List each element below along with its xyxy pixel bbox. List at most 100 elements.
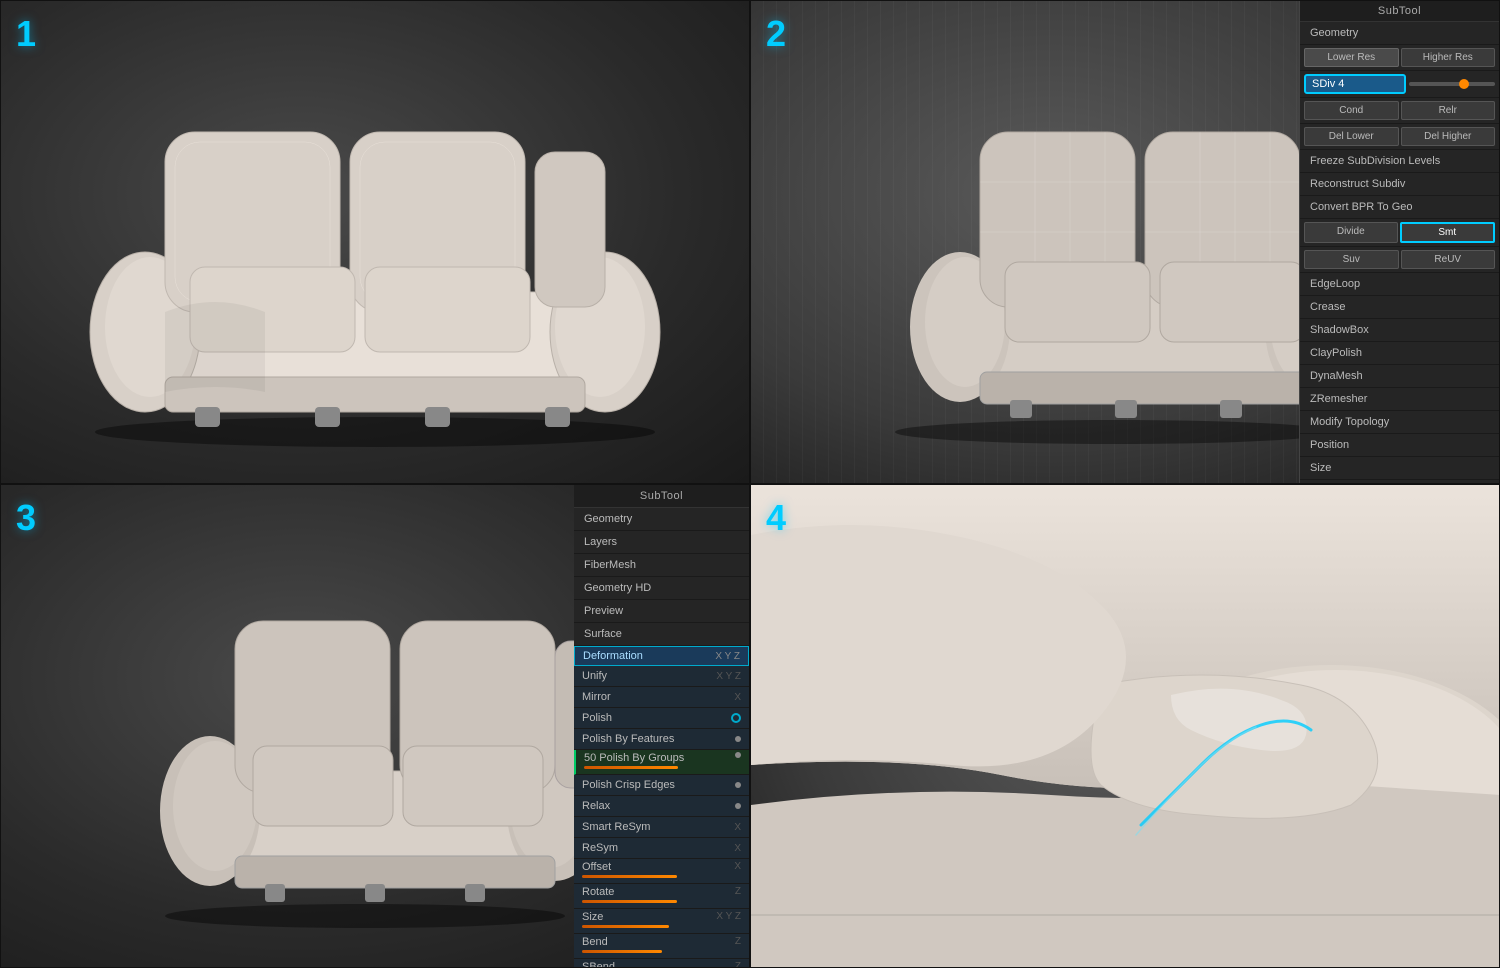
sbend-label: SBend: [582, 961, 615, 967]
q3-fibermesh-item[interactable]: FiberMesh: [574, 554, 749, 577]
step-number-2: 2: [766, 13, 786, 55]
q3-geometry-item[interactable]: Geometry: [574, 508, 749, 531]
cond-row: Cond Relr: [1300, 98, 1499, 124]
bend-xyz: Z: [735, 936, 741, 948]
modify-topology-item[interactable]: Modify Topology: [1300, 411, 1499, 434]
dynamesh-item[interactable]: DynaMesh: [1300, 365, 1499, 388]
sbend-btn[interactable]: SBend Z: [574, 959, 749, 967]
unify-btn[interactable]: Unify X Y Z: [574, 666, 749, 687]
reuv-btn[interactable]: ReUV: [1401, 250, 1496, 269]
size-label: Size: [582, 911, 603, 923]
divide-btn[interactable]: Divide: [1304, 222, 1398, 243]
q3-layers-item[interactable]: Layers: [574, 531, 749, 554]
unify-xyz: X Y Z: [716, 671, 741, 682]
sofa-view-4: [751, 485, 1499, 967]
rotate-row: Rotate Z: [582, 886, 741, 898]
divide-row: Divide Smt: [1300, 219, 1499, 247]
del-lower-btn[interactable]: Del Lower: [1304, 127, 1399, 146]
size-item[interactable]: Size: [1300, 457, 1499, 480]
shadowbox-item[interactable]: ShadowBox: [1300, 319, 1499, 342]
offset-btn[interactable]: Offset X: [574, 859, 749, 884]
lower-res-btn[interactable]: Lower Res: [1304, 48, 1399, 67]
relax-btn[interactable]: Relax: [574, 796, 749, 817]
polish-groups-row: 50 Polish By Groups: [584, 752, 741, 764]
mirror-xyz: X: [734, 692, 741, 703]
polish-groups-dot: [735, 752, 741, 758]
q3-subtool-header: SubTool: [574, 485, 749, 508]
higher-res-btn[interactable]: Higher Res: [1401, 48, 1496, 67]
polish-btn[interactable]: Polish: [574, 708, 749, 729]
del-higher-btn[interactable]: Del Higher: [1401, 127, 1496, 146]
q3-preview-item[interactable]: Preview: [574, 600, 749, 623]
size-row: Size X Y Z: [582, 911, 741, 923]
relax-label: Relax: [582, 800, 610, 812]
offset-label: Offset: [582, 861, 611, 873]
step-number-4: 4: [766, 497, 786, 539]
quadrant-3: 3: [0, 484, 750, 968]
polish-crisp-btn[interactable]: Polish Crisp Edges: [574, 775, 749, 796]
smart-resym-btn[interactable]: Smart ReSym X: [574, 817, 749, 838]
deformation-label: Deformation: [583, 650, 643, 662]
freeze-item[interactable]: Freeze SubDivision Levels: [1300, 150, 1499, 173]
crease-item[interactable]: Crease: [1300, 296, 1499, 319]
bend-row: Bend Z: [582, 936, 741, 948]
q3-panel: SubTool Geometry Layers FiberMesh Geomet…: [574, 485, 749, 967]
mirror-label: Mirror: [582, 691, 611, 703]
deformation-header: Deformation X Y Z: [574, 646, 749, 666]
subtool-header: SubTool: [1300, 1, 1499, 22]
suv-btn[interactable]: Suv: [1304, 250, 1399, 269]
q3-geometryhd-item[interactable]: Geometry HD: [574, 577, 749, 600]
bend-label: Bend: [582, 936, 608, 948]
resym-label: ReSym: [582, 842, 618, 854]
offset-row: Offset X: [582, 861, 741, 873]
resym-btn[interactable]: ReSym X: [574, 838, 749, 859]
cond-btn[interactable]: Cond: [1304, 101, 1399, 120]
offset-xyz: X: [734, 861, 741, 873]
offset-slider[interactable]: [582, 875, 677, 878]
unify-label: Unify: [582, 670, 607, 682]
sofa-svg-4: [751, 485, 1500, 968]
convert-item[interactable]: Convert BPR To Geo: [1300, 196, 1499, 219]
step-number-1: 1: [16, 13, 36, 55]
mirror-btn[interactable]: Mirror X: [574, 687, 749, 708]
polish-by-groups-btn[interactable]: 50 Polish By Groups: [574, 750, 749, 775]
polish-features-dot: [735, 736, 741, 742]
relr-btn[interactable]: Relr: [1401, 101, 1496, 120]
geometry-item[interactable]: Geometry: [1300, 22, 1499, 45]
quadrant-1: 1: [0, 0, 750, 484]
size-deform-btn[interactable]: Size X Y Z: [574, 909, 749, 934]
size-xyz: X Y Z: [716, 911, 741, 923]
res-row: Lower Res Higher Res: [1300, 45, 1499, 71]
claypolish-item[interactable]: ClayPolish: [1300, 342, 1499, 365]
rotate-xyz: Z: [735, 886, 741, 898]
sbend-row: SBend Z: [582, 961, 741, 967]
sdiv-row: SDiv 4: [1300, 71, 1499, 98]
polish-groups-slider[interactable]: [584, 766, 678, 769]
polish-by-features-label: Polish By Features: [582, 733, 674, 745]
bend-btn[interactable]: Bend Z: [574, 934, 749, 959]
size-slider[interactable]: [582, 925, 669, 928]
position-item[interactable]: Position: [1300, 434, 1499, 457]
relax-dot: [735, 803, 741, 809]
polish-label: Polish: [582, 712, 612, 724]
zremesher-item[interactable]: ZRemesher: [1300, 388, 1499, 411]
sdiv-slider[interactable]: [1409, 82, 1495, 86]
resym-xyz: X: [734, 843, 741, 854]
polish-circle: [731, 713, 741, 723]
polish-by-features-btn[interactable]: Polish By Features: [574, 729, 749, 750]
sofa-svg-1: [35, 32, 715, 452]
smart-resym-xyz: X: [734, 822, 741, 833]
rotate-slider[interactable]: [582, 900, 677, 903]
polish-crisp-dot: [735, 782, 741, 788]
smt-btn[interactable]: Smt: [1400, 222, 1496, 243]
reconstruct-item[interactable]: Reconstruct Subdiv: [1300, 173, 1499, 196]
sdiv-label[interactable]: SDiv 4: [1304, 74, 1406, 94]
smart-resym-label: Smart ReSym: [582, 821, 650, 833]
rotate-btn[interactable]: Rotate Z: [574, 884, 749, 909]
q3-surface-item[interactable]: Surface: [574, 623, 749, 646]
polish-crisp-label: Polish Crisp Edges: [582, 779, 675, 791]
sbend-xyz: Z: [735, 961, 741, 967]
deformation-xyz: X Y Z: [715, 651, 740, 662]
bend-slider[interactable]: [582, 950, 662, 953]
edgeloop-item[interactable]: EdgeLoop: [1300, 273, 1499, 296]
